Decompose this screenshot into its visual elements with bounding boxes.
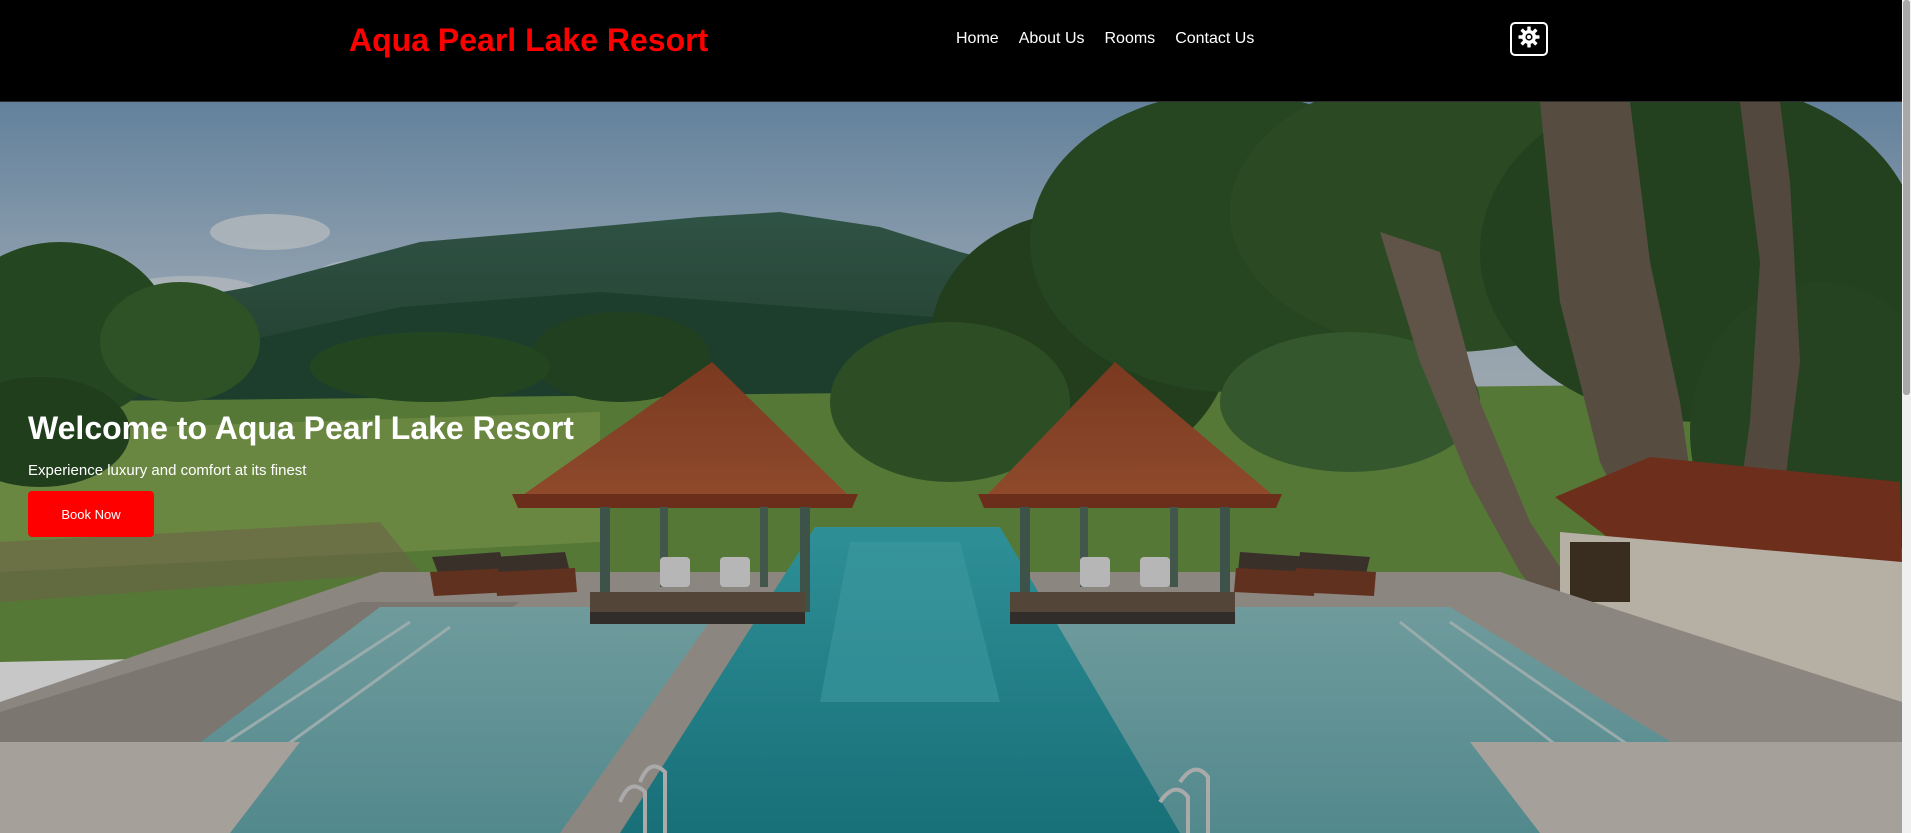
brand-logo-text[interactable]: Aqua Pearl Lake Resort — [349, 20, 708, 60]
gear-icon — [1517, 25, 1541, 54]
nav-link-about[interactable]: About Us — [1019, 28, 1085, 50]
nav-link-contact[interactable]: Contact Us — [1175, 28, 1254, 50]
hero-subtitle: Experience luxury and comfort at its fin… — [28, 462, 307, 479]
page-scrollbar[interactable] — [1902, 0, 1911, 833]
theme-toggle-button[interactable] — [1510, 22, 1548, 56]
main-nav: Home About Us Rooms Contact Us — [956, 28, 1254, 50]
site-header: Aqua Pearl Lake Resort Home About Us Roo… — [0, 0, 1902, 102]
book-now-button[interactable]: Book Now — [28, 491, 154, 537]
nav-link-rooms[interactable]: Rooms — [1105, 28, 1156, 50]
hero-title: Welcome to Aqua Pearl Lake Resort — [28, 410, 574, 446]
hero-content: Welcome to Aqua Pearl Lake Resort Experi… — [28, 407, 574, 537]
nav-link-home[interactable]: Home — [956, 28, 999, 50]
page: Aqua Pearl Lake Resort Home About Us Roo… — [0, 0, 1911, 833]
hero-section: Welcome to Aqua Pearl Lake Resort Experi… — [0, 102, 1902, 833]
scrollbar-thumb[interactable] — [1903, 0, 1910, 395]
